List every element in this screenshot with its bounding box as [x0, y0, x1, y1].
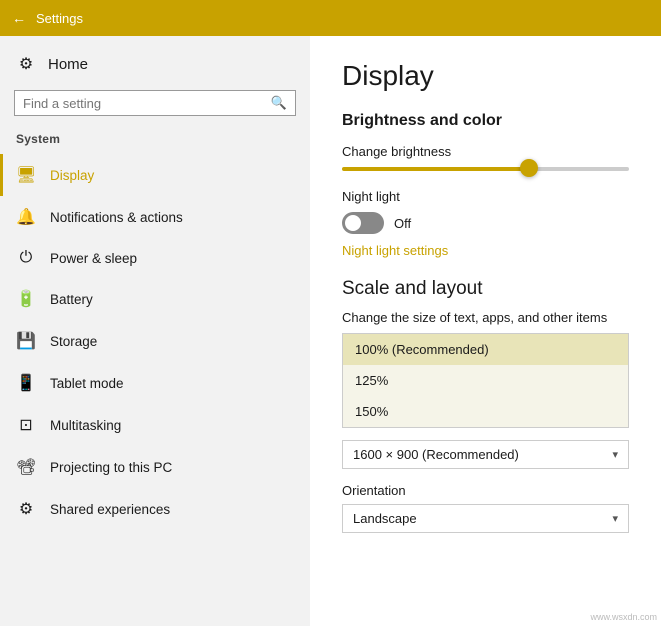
brightness-section-title: Brightness and color: [342, 112, 629, 130]
scale-option[interactable]: 100% (Recommended): [343, 334, 628, 365]
sidebar-item-shared[interactable]: ⚙ Shared experiences: [0, 488, 310, 530]
sidebar-item-label-display: Display: [50, 168, 94, 183]
resolution-chevron-icon: ▾: [612, 448, 618, 461]
night-light-toggle[interactable]: [342, 212, 384, 234]
title-bar: ← Settings: [0, 0, 661, 36]
sidebar-item-storage[interactable]: 💾 Storage: [0, 320, 310, 362]
brightness-slider[interactable]: [342, 167, 629, 171]
search-icon[interactable]: 🔍: [271, 95, 287, 111]
scale-section-title: Scale and layout: [342, 278, 629, 300]
sidebar-item-label-shared: Shared experiences: [50, 502, 170, 517]
projecting-icon: 📽: [16, 457, 36, 477]
storage-icon: 💾: [16, 331, 36, 351]
sidebar-item-tablet[interactable]: 📱 Tablet mode: [0, 362, 310, 404]
sidebar-item-label-projecting: Projecting to this PC: [50, 460, 172, 475]
home-icon: ⚙: [16, 54, 36, 74]
night-light-toggle-row: Off: [342, 212, 629, 234]
brightness-thumb: [520, 159, 538, 177]
night-light-label: Night light: [342, 189, 629, 204]
night-light-settings-link[interactable]: Night light settings: [342, 243, 448, 258]
sidebar-item-projecting[interactable]: 📽 Projecting to this PC: [0, 446, 310, 488]
search-input[interactable]: [23, 96, 271, 111]
sidebar-item-label-tablet: Tablet mode: [50, 376, 124, 391]
night-light-state: Off: [394, 216, 411, 231]
tablet-icon: 📱: [16, 373, 36, 393]
resolution-select[interactable]: 1600 × 900 (Recommended) ▾: [342, 440, 629, 469]
title-bar-title: Settings: [36, 11, 83, 26]
sidebar-item-power[interactable]: ⏻ Power & sleep: [0, 238, 310, 278]
back-button[interactable]: ←: [12, 10, 26, 26]
scale-option[interactable]: 125%: [343, 365, 628, 396]
resolution-value: 1600 × 900 (Recommended): [353, 447, 519, 462]
multitasking-icon: ⊡: [16, 415, 36, 435]
sidebar-item-multitasking[interactable]: ⊡ Multitasking: [0, 404, 310, 446]
sidebar-item-label-battery: Battery: [50, 292, 93, 307]
content-area: Display Brightness and color Change brig…: [310, 36, 661, 626]
sidebar-section-label: System: [0, 128, 310, 154]
scale-desc: Change the size of text, apps, and other…: [342, 310, 629, 325]
toggle-knob: [345, 215, 361, 231]
power-icon: ⏻: [16, 249, 36, 267]
sidebar-item-label-multitasking: Multitasking: [50, 418, 121, 433]
sidebar-home-label: Home: [48, 56, 88, 73]
shared-icon: ⚙: [16, 499, 36, 519]
orientation-chevron-icon: ▾: [612, 512, 618, 525]
notifications-icon: 🔔: [16, 207, 36, 227]
sidebar-item-notifications[interactable]: 🔔 Notifications & actions: [0, 196, 310, 238]
orientation-select[interactable]: Landscape ▾: [342, 504, 629, 533]
main-layout: ⚙ Home 🔍 System 🖥 Display 🔔 Notification…: [0, 36, 661, 626]
sidebar-item-label-storage: Storage: [50, 334, 97, 349]
scale-dropdown-list: 100% (Recommended)125%150%: [342, 333, 629, 428]
search-box: 🔍: [14, 90, 296, 116]
orientation-label: Orientation: [342, 483, 629, 498]
display-icon: 🖥: [16, 165, 36, 185]
sidebar-home[interactable]: ⚙ Home: [0, 44, 310, 84]
sidebar-item-label-notifications: Notifications & actions: [50, 210, 183, 225]
sidebar-item-label-power: Power & sleep: [50, 251, 137, 266]
battery-icon: 🔋: [16, 289, 36, 309]
scale-option[interactable]: 150%: [343, 396, 628, 427]
watermark: www.wsxdn.com: [590, 612, 657, 622]
page-title: Display: [342, 60, 629, 92]
brightness-label: Change brightness: [342, 144, 629, 159]
sidebar-items-container: 🖥 Display 🔔 Notifications & actions ⏻ Po…: [0, 154, 310, 530]
sidebar-item-display[interactable]: 🖥 Display: [0, 154, 310, 196]
sidebar: ⚙ Home 🔍 System 🖥 Display 🔔 Notification…: [0, 36, 310, 626]
orientation-value: Landscape: [353, 511, 417, 526]
sidebar-item-battery[interactable]: 🔋 Battery: [0, 278, 310, 320]
